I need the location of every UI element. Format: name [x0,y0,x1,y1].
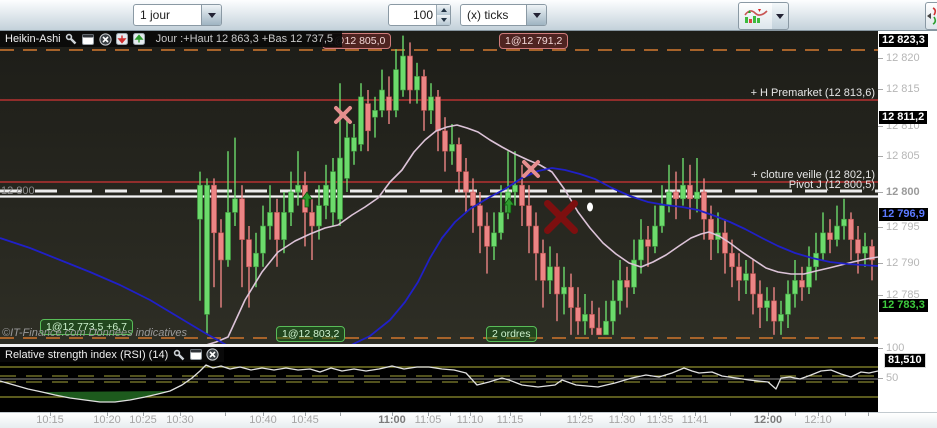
price-tick-mark [878,227,883,228]
time-label: 10:25 [129,414,157,426]
price-tick-mark [878,58,883,59]
time-tick-mark [795,412,796,416]
time-label: 10:45 [291,414,319,426]
wrench-icon[interactable] [172,348,185,361]
chart-style-icon [744,9,768,23]
time-tick-mark [340,412,341,416]
price-tick-mark [878,156,883,157]
timeframe-select[interactable]: 1 jour [133,4,222,26]
time-tick-mark [730,412,731,416]
chart-style-dropdown[interactable] [772,2,789,30]
order-badge[interactable]: 1@12 803,2 [276,326,346,342]
time-label: 10:40 [249,414,277,426]
time-label: 11:15 [496,414,524,426]
heikin-ashi-titlebar: Heikin-Ashi Jour :+Haut 12 863,3 +Bas 12… [0,31,342,47]
time-label: 11:41 [681,414,709,426]
price-tick-label: 12 790 [886,257,920,269]
time-label: 12:00 [753,414,783,426]
time-label: 11:25 [566,414,594,426]
price-tick-label: 12 815 [886,83,920,95]
rsi-titlebar: Relative strength index (RSI) (14) [0,347,225,362]
time-tick-mark [868,412,869,416]
price-value-box: 12 823,3 [879,34,928,47]
buy-arrow-icon[interactable] [133,33,146,46]
spinner-arrows[interactable] [436,5,450,25]
tick-unit-select[interactable]: (x) ticks [460,4,547,26]
window-icon[interactable] [189,348,202,361]
window-icon[interactable] [82,33,95,46]
time-label: 11:10 [456,414,484,426]
tick-count-value: 100 [412,8,433,22]
tick-unit-value: (x) ticks [467,8,509,22]
tick-count-spinner[interactable]: 100 [388,4,451,26]
close-icon[interactable] [99,32,112,46]
chart-style-button[interactable] [738,2,774,30]
order-badge[interactable]: 1@12 791,2 [499,33,569,49]
chevron-down-icon[interactable] [201,5,221,25]
time-tick-mark [450,412,451,416]
spinner-up-icon[interactable] [437,5,450,15]
time-tick-mark [540,412,541,416]
time-tick-mark [845,412,846,416]
time-label: 11:35 [646,414,674,426]
price-tick-mark [878,126,883,127]
collapse-panel-button[interactable] [925,2,937,30]
rsi-title: Relative strength index (RSI) (14) [5,348,169,361]
time-label: 10:20 [93,414,121,426]
wrench-icon[interactable] [65,33,78,46]
time-tick-mark [225,412,226,416]
time-tick-mark [640,412,641,416]
price-value-box: 12 811,2 [879,111,928,124]
time-label: 11:05 [414,414,442,426]
price-tick-label: 12 805 [886,150,920,162]
price-tick-mark [878,263,883,264]
price-tick-mark [878,295,883,296]
level-label: Pivot J (12 800,5) [788,179,875,191]
day-summary: Jour :+Haut 12 863,3 +Bas 12 737,5 [155,33,333,45]
rsi-tick-mark [878,378,883,379]
left-price-label: 12 800 [1,185,35,197]
collapse-arrows-icon [927,7,937,25]
price-value-box: 12 783,3 [879,299,928,312]
spinner-down-icon[interactable] [437,15,450,25]
time-label: 12:10 [804,414,832,426]
indicator-title: Heikin-Ashi [5,33,61,45]
price-tick-mark [878,89,883,90]
price-tick-label: 12 800 [886,186,920,198]
rsi-tick-label: 50 [886,372,899,384]
main-chart-canvas[interactable] [0,30,878,344]
copyright-note: ©IT-Finance.com Données indicatives [2,327,188,339]
close-icon[interactable] [206,348,219,361]
timeframe-value: 1 jour [140,8,171,22]
rsi-tick-mark [878,348,883,349]
top-toolbar: 1 jour 100 (x) ticks [0,0,937,31]
time-label: 11:30 [608,414,636,426]
time-label: 11:00 [378,414,406,426]
rsi-value-box: 81,510 [884,353,926,368]
sell-arrow-icon[interactable] [116,33,129,46]
trading-workstation: { "toolbar": { "timeframe_value": "1 jou… [0,0,937,428]
order-badge[interactable]: 2 ordres [486,326,537,342]
level-label: + H Premarket (12 813,6) [750,87,875,99]
price-tick-label: 12 820 [886,52,920,64]
price-tick-label: 12 795 [886,221,920,233]
chevron-down-icon[interactable] [526,5,546,25]
price-value-box: 12 796,9 [879,208,928,221]
time-label: 10:15 [36,414,64,426]
price-tick-mark [878,192,883,193]
time-label: 10:30 [166,414,194,426]
